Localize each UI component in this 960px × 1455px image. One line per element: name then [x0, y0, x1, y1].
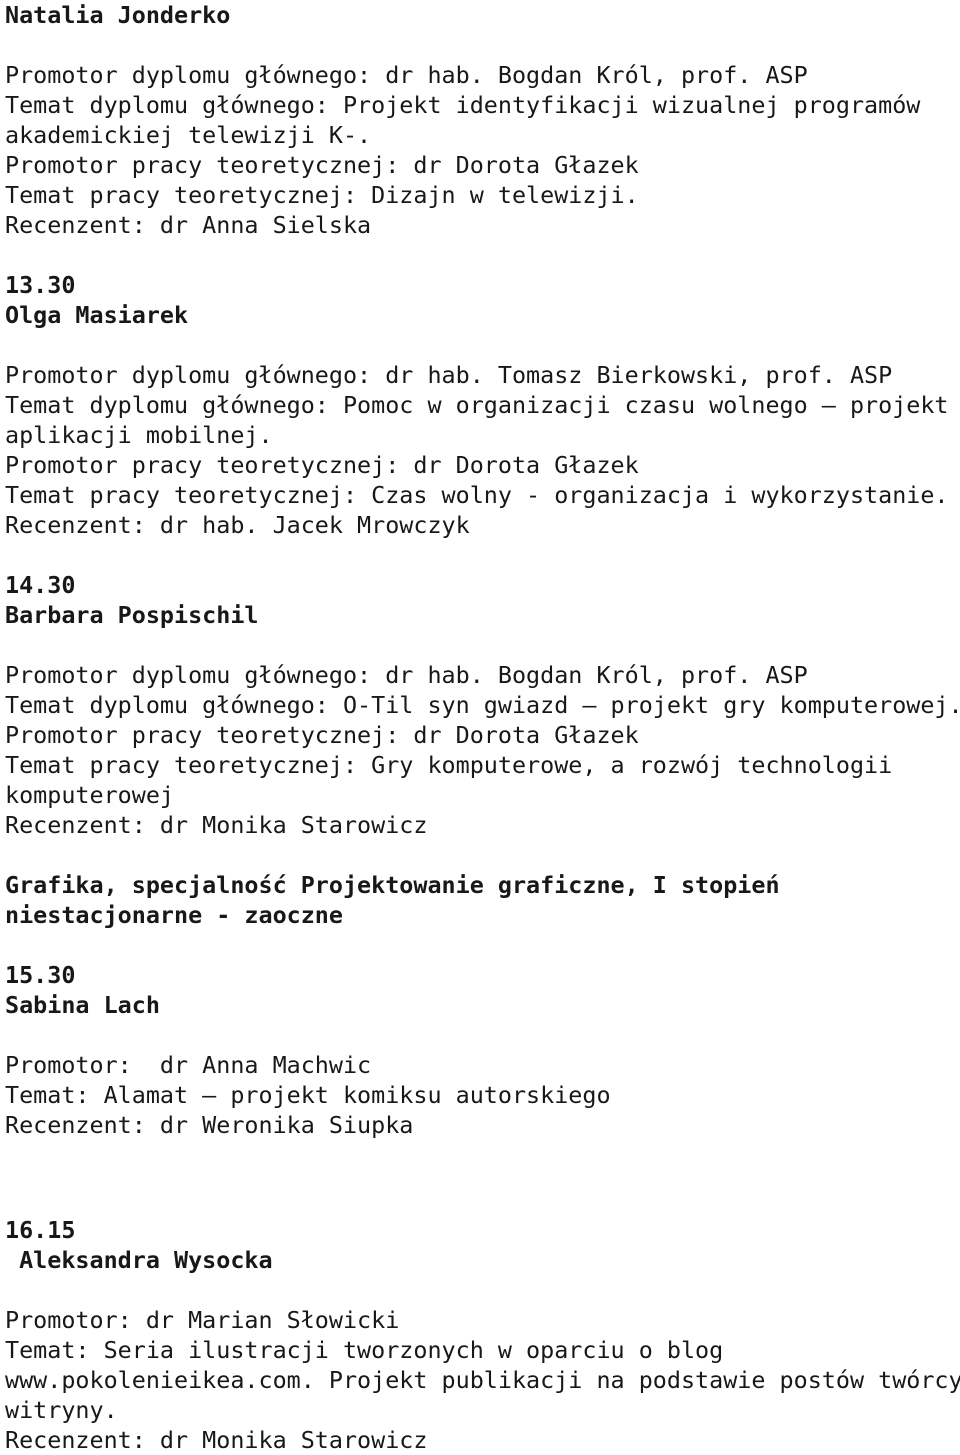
- detail-line: Temat dyplomu głównego: Pomoc w organiza…: [5, 391, 949, 419]
- detail-line: Temat pracy teoretycznej: Dizajn w telew…: [5, 181, 639, 209]
- detail-line: Temat dyplomu głównego: Projekt identyfi…: [5, 91, 921, 119]
- defense-time-heading: 16.15: [5, 1216, 76, 1244]
- schedule-section-natalia-jonderko: Natalia Jonderko Promotor dyplomu główne…: [5, 0, 960, 240]
- student-name-heading: Aleksandra Wysocka: [5, 1246, 273, 1274]
- defense-time-heading: 13.30: [5, 271, 76, 299]
- detail-line: Promotor pracy teoretycznej: dr Dorota G…: [5, 721, 639, 749]
- detail-line: Recenzent: dr Anna Sielska: [5, 211, 372, 239]
- detail-line: Recenzent: dr Monika Starowicz: [5, 811, 428, 839]
- detail-line: Temat dyplomu głównego: O-Til syn gwiazd…: [5, 691, 960, 719]
- detail-line: Temat: Alamat – projekt komiksu autorski…: [5, 1081, 611, 1109]
- detail-line: Recenzent: dr Monika Starowicz: [5, 1426, 428, 1454]
- student-name-heading: Olga Masiarek: [5, 301, 189, 329]
- schedule-section-aleksandra-wysocka: 16.15 Aleksandra Wysocka Promotor: dr Ma…: [5, 1140, 960, 1455]
- detail-line: aplikacji mobilnej.: [5, 421, 273, 449]
- detail-line: Temat: Seria ilustracji tworzonych w opa…: [5, 1336, 724, 1364]
- detail-line: Recenzent: dr hab. Jacek Mrowczyk: [5, 511, 470, 539]
- program-heading-line: Grafika, specjalność Projektowanie grafi…: [5, 871, 780, 899]
- detail-line: Promotor: dr Anna Machwic: [5, 1051, 372, 1079]
- detail-line: Promotor pracy teoretycznej: dr Dorota G…: [5, 151, 639, 179]
- document-page: Natalia Jonderko Promotor dyplomu główne…: [0, 0, 960, 1454]
- detail-line: witryny.: [5, 1396, 118, 1424]
- schedule-section-sabina-lach: 15.30 Sabina Lach Promotor: dr Anna Mach…: [5, 930, 960, 1140]
- program-heading-line: niestacjonarne - zaoczne: [5, 901, 343, 929]
- detail-line: Recenzent: dr Weronika Siupka: [5, 1111, 414, 1139]
- detail-line: Promotor dyplomu głównego: dr hab. Bogda…: [5, 61, 808, 89]
- defense-time-heading: 14.30: [5, 571, 76, 599]
- detail-line: Promotor: dr Marian Słowicki: [5, 1306, 400, 1334]
- detail-line: Promotor dyplomu głównego: dr hab. Bogda…: [5, 661, 808, 689]
- program-heading-block: Grafika, specjalność Projektowanie grafi…: [5, 840, 960, 930]
- detail-line: akademickiej telewizji K-.: [5, 121, 372, 149]
- schedule-section-barbara-pospischil: 14.30 Barbara Pospischil Promotor dyplom…: [5, 540, 960, 840]
- student-name-heading: Barbara Pospischil: [5, 601, 259, 629]
- schedule-section-olga-masiarek: 13.30 Olga Masiarek Promotor dyplomu głó…: [5, 240, 960, 540]
- student-name-heading: Natalia Jonderko: [5, 1, 231, 29]
- detail-line: komputerowej: [5, 781, 174, 809]
- detail-line: Promotor pracy teoretycznej: dr Dorota G…: [5, 451, 639, 479]
- document-body: Natalia Jonderko Promotor dyplomu główne…: [5, 0, 960, 1455]
- detail-line: Temat pracy teoretycznej: Gry komputerow…: [5, 751, 893, 779]
- detail-line: Temat pracy teoretycznej: Czas wolny - o…: [5, 481, 949, 509]
- detail-line: Promotor dyplomu głównego: dr hab. Tomas…: [5, 361, 893, 389]
- defense-time-heading: 15.30: [5, 961, 76, 989]
- student-name-heading: Sabina Lach: [5, 991, 160, 1019]
- detail-line: www.pokolenieikea.com. Projekt publikacj…: [5, 1366, 960, 1394]
